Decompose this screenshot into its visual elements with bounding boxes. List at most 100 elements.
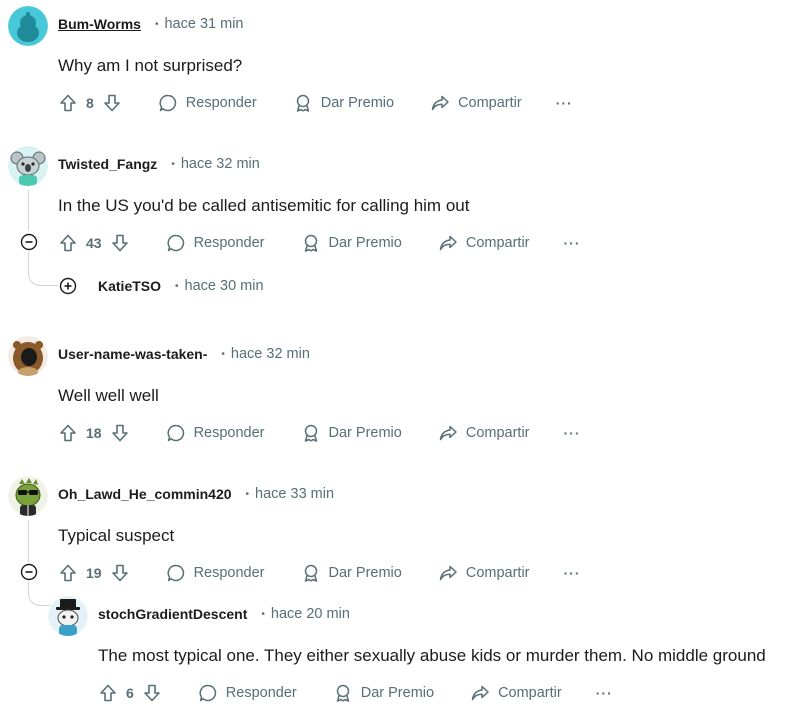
speech-bubble-icon <box>166 423 186 443</box>
share-icon <box>438 233 458 253</box>
more-options-button[interactable]: ··· <box>556 95 573 111</box>
vote-score: 43 <box>86 235 102 251</box>
avatar[interactable] <box>8 146 48 186</box>
comment-actions: 8 Responder Dar Premio Compartir ··· <box>58 91 573 115</box>
share-button[interactable]: Compartir <box>470 683 562 703</box>
downvote-icon[interactable] <box>110 233 130 253</box>
vote-score: 6 <box>126 685 134 701</box>
comment-timestamp[interactable]: hace 32 min <box>181 156 260 172</box>
share-icon <box>470 683 490 703</box>
downvote-icon[interactable] <box>142 683 162 703</box>
comment-actions: 6 Responder Dar Premio Compartir ··· <box>98 681 613 705</box>
upvote-icon[interactable] <box>58 563 78 583</box>
author-name[interactable]: Oh_Lawd_He_commin420 <box>58 486 232 502</box>
comment-timestamp[interactable]: hace 31 min <box>164 16 243 32</box>
separator-dot: • <box>171 158 175 170</box>
comment-text: The most typical one. They either sexual… <box>98 646 766 665</box>
expand-reply-button[interactable] <box>58 276 78 296</box>
koala-avatar-icon <box>8 146 48 186</box>
teal-default-avatar-icon <box>8 6 48 46</box>
collapsed-reply-meta: KatieTSO • hace 30 min <box>98 276 264 296</box>
avatar[interactable] <box>8 6 48 46</box>
thread-branch <box>28 582 50 606</box>
minus-circle-icon <box>20 233 38 251</box>
collapse-thread-button[interactable] <box>19 562 39 582</box>
separator-dot: • <box>245 488 250 500</box>
award-button[interactable]: Dar Premio <box>293 93 394 113</box>
award-button[interactable]: Dar Premio <box>301 233 402 253</box>
upvote-icon[interactable] <box>58 93 78 113</box>
comment-actions: 43 Responder Dar Premio Compartir ··· <box>58 231 581 255</box>
downvote-icon[interactable] <box>110 423 130 443</box>
comment-meta: Twisted_Fangz • hace 32 min <box>58 154 260 174</box>
comment-timestamp[interactable]: hace 32 min <box>231 346 310 362</box>
award-button[interactable]: Dar Premio <box>333 683 434 703</box>
comment-text: Why am I not surprised? <box>58 56 243 75</box>
award-icon <box>293 93 313 113</box>
reply-button[interactable]: Responder <box>198 683 297 703</box>
reply-button[interactable]: Responder <box>166 233 265 253</box>
comment-meta: Oh_Lawd_He_commin420 • hace 33 min <box>58 484 334 504</box>
share-button[interactable]: Compartir <box>430 93 522 113</box>
speech-bubble-icon <box>158 93 178 113</box>
more-options-button[interactable]: ··· <box>564 235 581 251</box>
downvote-icon[interactable] <box>102 93 122 113</box>
avatar[interactable] <box>8 476 48 516</box>
share-button[interactable]: Compartir <box>438 423 530 443</box>
separator-dot: • <box>221 348 225 360</box>
author-name[interactable]: User-name-was-taken- <box>58 346 207 362</box>
more-options-button[interactable]: ··· <box>596 685 613 701</box>
comment-actions: 19 Responder Dar Premio Compartir ··· <box>58 561 581 585</box>
speech-bubble-icon <box>198 683 218 703</box>
collapse-thread-button[interactable] <box>19 232 39 252</box>
thread-branch <box>28 252 58 286</box>
vote-score: 18 <box>86 425 102 441</box>
avatar[interactable] <box>8 336 48 376</box>
more-options-button[interactable]: ··· <box>564 425 581 441</box>
share-icon <box>438 423 458 443</box>
comment-meta: Bum-Worms • hace 31 min <box>58 14 243 34</box>
award-icon <box>301 233 321 253</box>
share-button[interactable]: Compartir <box>438 563 530 583</box>
plus-circle-icon <box>59 277 77 295</box>
green-shades-avatar-icon <box>8 476 48 516</box>
comment-timestamp[interactable]: hace 33 min <box>255 486 334 502</box>
award-icon <box>301 563 321 583</box>
reply-button[interactable]: Responder <box>158 93 257 113</box>
vote-score: 8 <box>86 95 94 111</box>
upvote-icon[interactable] <box>58 423 78 443</box>
comment-meta: User-name-was-taken- • hace 32 min <box>58 344 310 364</box>
thread-line <box>28 190 29 230</box>
award-icon <box>333 683 353 703</box>
author-name[interactable]: stochGradientDescent <box>98 606 247 622</box>
award-icon <box>301 423 321 443</box>
reply-button[interactable]: Responder <box>166 423 265 443</box>
share-icon <box>430 93 450 113</box>
comment-text: Well well well <box>58 386 159 405</box>
author-name[interactable]: Twisted_Fangz <box>58 156 157 172</box>
comment-text: In the US you'd be called antisemitic fo… <box>58 196 470 215</box>
downvote-icon[interactable] <box>110 563 130 583</box>
award-button[interactable]: Dar Premio <box>301 563 402 583</box>
share-button[interactable]: Compartir <box>438 233 530 253</box>
upvote-icon[interactable] <box>98 683 118 703</box>
speech-bubble-icon <box>166 233 186 253</box>
more-options-button[interactable]: ··· <box>564 565 581 581</box>
author-name[interactable]: Bum-Worms <box>58 16 141 32</box>
avatar[interactable] <box>48 596 88 636</box>
separator-dot: • <box>261 608 265 620</box>
separator-dot: • <box>175 280 179 292</box>
vote-score: 19 <box>86 565 102 581</box>
author-name[interactable]: KatieTSO <box>98 278 161 294</box>
top-hat-avatar-icon <box>48 596 88 636</box>
brown-hood-avatar-icon <box>8 336 48 376</box>
comment-timestamp[interactable]: hace 20 min <box>271 606 350 622</box>
comment-actions: 18 Responder Dar Premio Compartir ··· <box>58 421 581 445</box>
award-button[interactable]: Dar Premio <box>301 423 402 443</box>
comment-timestamp[interactable]: hace 30 min <box>185 278 264 294</box>
speech-bubble-icon <box>166 563 186 583</box>
upvote-icon[interactable] <box>58 233 78 253</box>
minus-circle-icon <box>20 563 38 581</box>
comment-thread: Bum-Worms • hace 31 min Why am I not sur… <box>0 0 787 725</box>
reply-button[interactable]: Responder <box>166 563 265 583</box>
